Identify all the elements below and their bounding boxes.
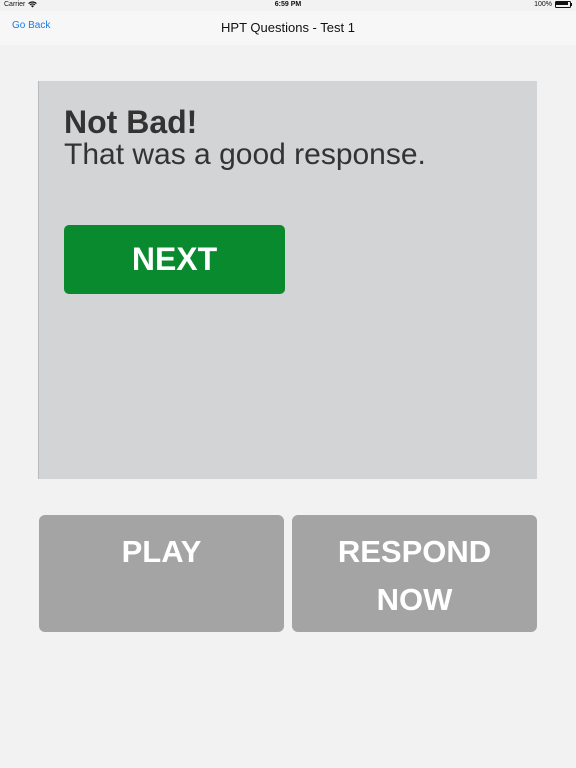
battery-fill [556, 2, 568, 5]
respond-now-button[interactable]: RESPOND NOW [292, 515, 537, 632]
feedback-message: That was a good response. [64, 138, 426, 171]
status-bar: Carrier 6:59 PM 100% [0, 0, 576, 11]
next-button[interactable]: NEXT [64, 225, 285, 294]
status-time: 6:59 PM [274, 1, 302, 8]
play-button[interactable]: PLAY [39, 515, 284, 632]
battery-percent: 100% [534, 1, 552, 8]
respond-now-label-line2: NOW [376, 582, 453, 617]
feedback-heading: Not Bad! [64, 104, 198, 140]
feedback-panel: Not Bad! That was a good response. NEXT [38, 81, 537, 479]
page-title: HPT Questions - Test 1 [221, 20, 355, 35]
navigation-bar: Go Back HPT Questions - Test 1 [0, 11, 576, 45]
respond-now-label-line1: RESPOND [337, 534, 492, 569]
battery-icon [555, 1, 572, 8]
status-right: 100% [534, 1, 572, 8]
battery-tip [571, 3, 572, 6]
